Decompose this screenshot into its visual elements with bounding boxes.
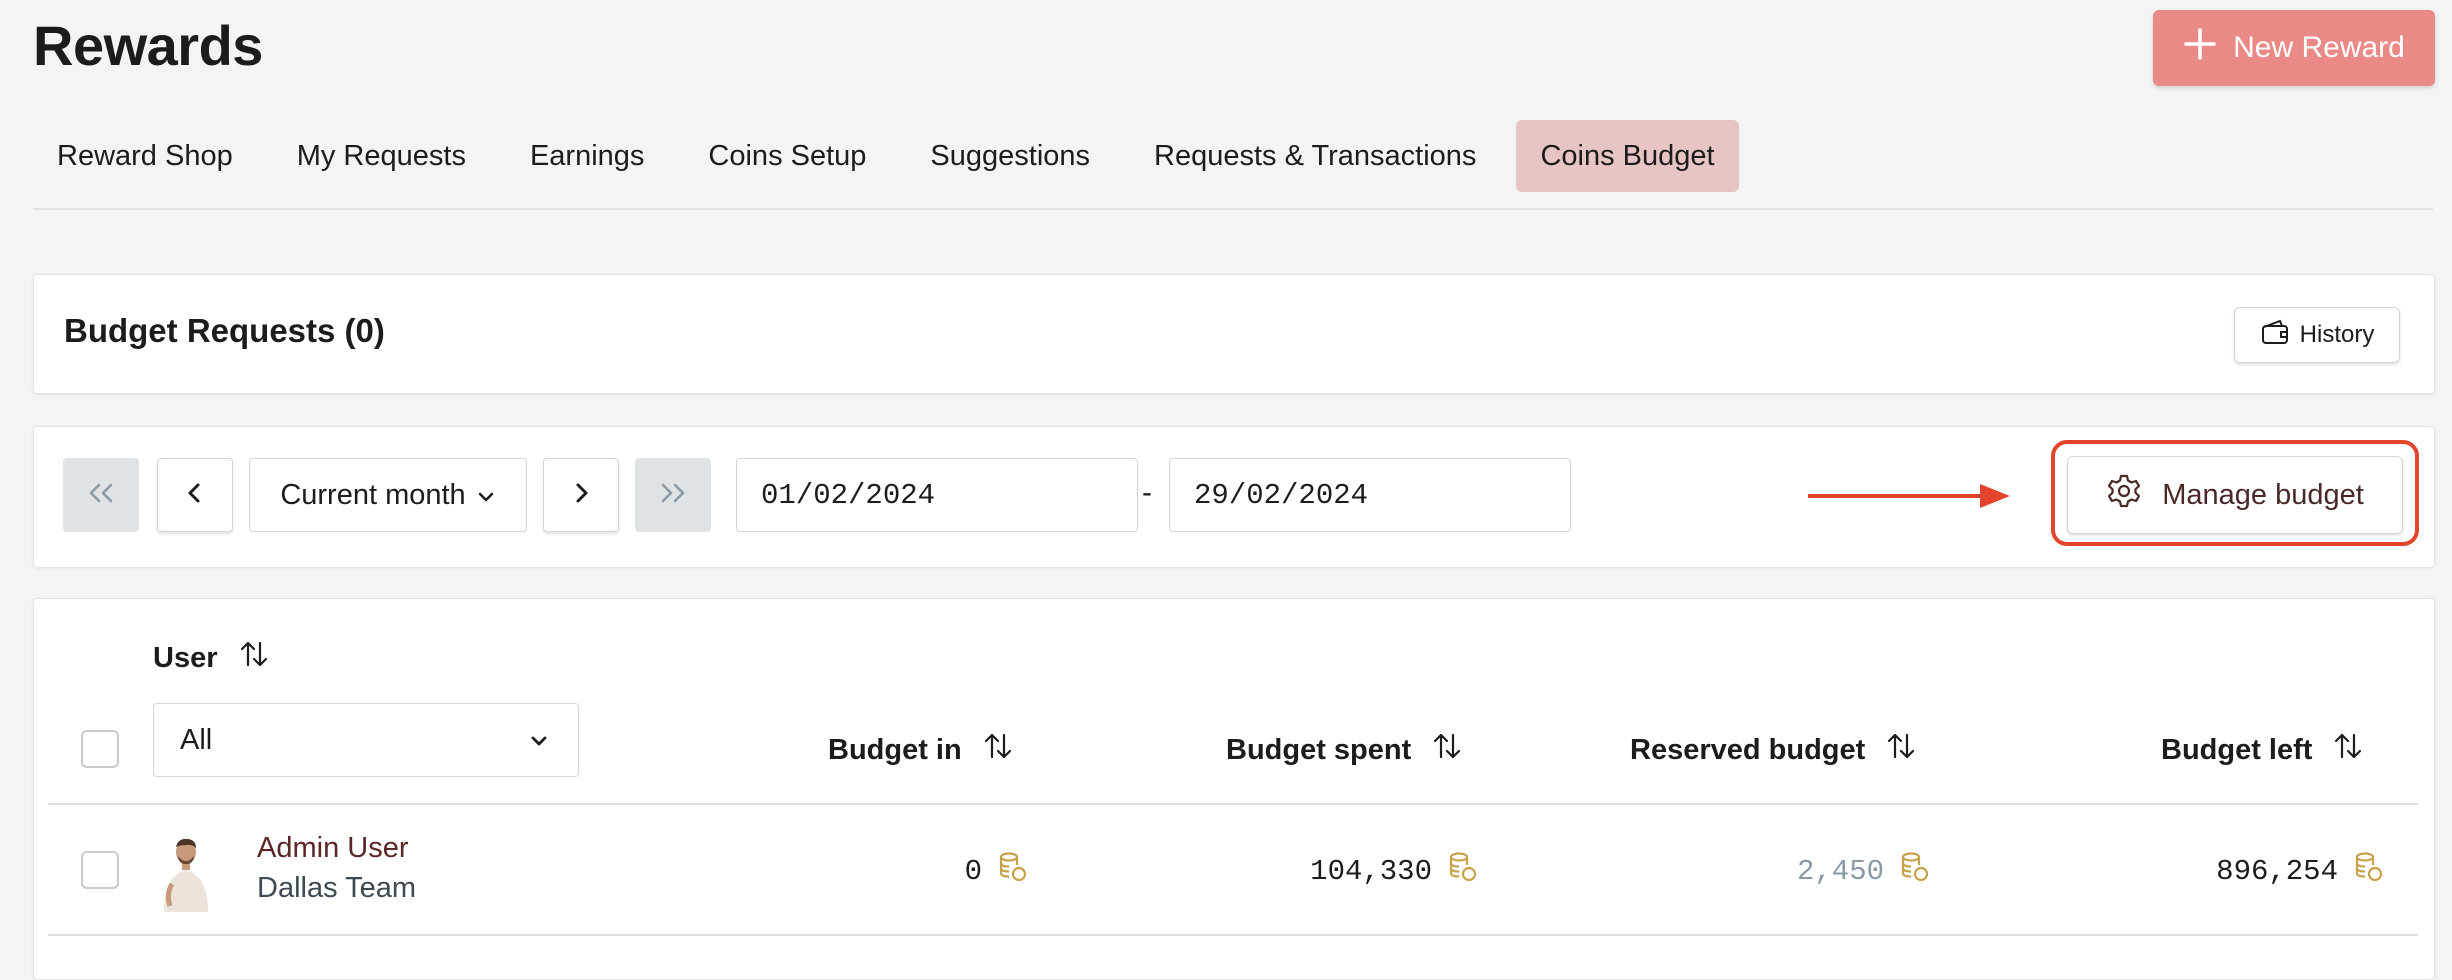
coins-icon [998, 851, 1028, 892]
tab-reward-shop[interactable]: Reward Shop [33, 120, 257, 192]
user-name-link[interactable]: Admin User [257, 830, 409, 866]
double-chevron-right-icon [657, 481, 689, 510]
row-checkbox[interactable] [81, 851, 119, 889]
reserved-budget-cell: 2,450 [1620, 851, 1930, 892]
sort-icon[interactable] [1885, 730, 1917, 770]
gear-icon [2106, 473, 2142, 517]
last-period-button[interactable] [635, 458, 711, 532]
row-divider [48, 934, 2418, 936]
budget-in-header-label: Budget in [828, 733, 962, 766]
coins-icon [1448, 851, 1478, 892]
chevron-down-icon [476, 479, 496, 512]
tab-bar: Reward Shop My Requests Earnings Coins S… [33, 120, 1755, 192]
select-all-checkbox[interactable] [81, 730, 119, 768]
budget-spent-column-header[interactable]: Budget spent [1226, 730, 1463, 770]
budget-left-value: 896,254 [2216, 855, 2338, 888]
chevron-left-icon [185, 481, 205, 510]
first-period-button[interactable] [63, 458, 139, 532]
budget-in-column-header[interactable]: Budget in [828, 730, 1014, 770]
sort-icon[interactable] [2332, 730, 2364, 770]
sort-icon[interactable] [1431, 730, 1463, 770]
chevron-right-icon [571, 481, 591, 510]
date-separator: - [1142, 476, 1152, 509]
manage-budget-button[interactable]: Manage budget [2067, 456, 2403, 534]
table-header-divider [48, 803, 2418, 805]
budget-left-header-label: Budget left [2161, 733, 2313, 766]
reserved-budget-value: 2,450 [1796, 855, 1884, 888]
new-reward-label: New Reward [2233, 31, 2405, 64]
chevron-down-icon [528, 724, 550, 757]
user-team: Dallas Team [257, 872, 417, 904]
user-column-header[interactable]: User [153, 638, 270, 678]
tab-my-requests[interactable]: My Requests [273, 120, 490, 192]
budget-in-cell: 0 [800, 851, 1028, 892]
avatar [158, 836, 214, 912]
budget-requests-title: Budget Requests (0) [64, 312, 385, 349]
reserved-budget-header-label: Reserved budget [1630, 733, 1866, 766]
tab-coins-setup[interactable]: Coins Setup [684, 120, 890, 192]
manage-budget-label: Manage budget [2162, 478, 2364, 511]
budget-left-cell: 896,254 [2080, 851, 2384, 892]
budget-table-card [33, 598, 2435, 980]
page-title: Rewards [33, 14, 263, 77]
budget-spent-header-label: Budget spent [1226, 733, 1412, 766]
date-to-input[interactable] [1169, 458, 1571, 532]
budget-left-column-header[interactable]: Budget left [2161, 730, 2364, 770]
budget-requests-card [33, 274, 2435, 394]
tabs-divider [33, 208, 2433, 210]
wallet-icon [2260, 318, 2290, 353]
budget-spent-value: 104,330 [1310, 855, 1432, 888]
user-filter-value: All [180, 723, 213, 756]
tab-requests-transactions[interactable]: Requests & Transactions [1130, 120, 1500, 192]
tab-coins-budget[interactable]: Coins Budget [1516, 120, 1739, 192]
reserved-budget-column-header[interactable]: Reserved budget [1630, 730, 1917, 770]
tab-suggestions[interactable]: Suggestions [906, 120, 1114, 192]
budget-spent-cell: 104,330 [1160, 851, 1478, 892]
double-chevron-left-icon [85, 481, 117, 510]
history-label: History [2299, 321, 2375, 348]
user-filter-select[interactable]: All [153, 703, 579, 777]
period-select[interactable]: Current month [249, 458, 527, 532]
history-button[interactable]: History [2234, 307, 2400, 363]
new-reward-button[interactable]: New Reward [2153, 10, 2435, 86]
budget-in-value: 0 [964, 855, 982, 888]
coins-icon [2354, 851, 2384, 892]
next-period-button[interactable] [543, 458, 619, 532]
plus-icon [2183, 27, 2217, 69]
date-from-input[interactable] [736, 458, 1138, 532]
user-header-label: User [153, 641, 218, 674]
tab-earnings[interactable]: Earnings [506, 120, 668, 192]
arrow-right-icon [1806, 478, 2012, 519]
coins-icon [1900, 851, 1930, 892]
sort-icon[interactable] [982, 730, 1014, 770]
period-select-value: Current month [280, 478, 466, 511]
sort-icon[interactable] [238, 638, 270, 678]
previous-period-button[interactable] [157, 458, 233, 532]
